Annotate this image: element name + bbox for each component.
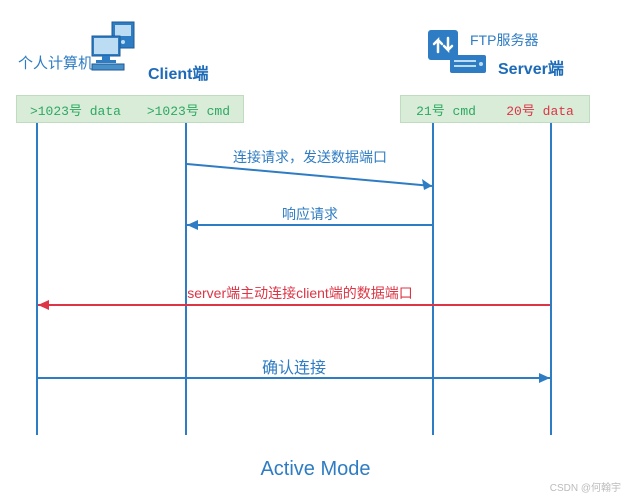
client-data-port: >1023号 data [30,100,121,119]
server-label-en: Server端 [498,55,564,79]
msg-confirm: 确认连接 [36,354,552,378]
client-ports-box: >1023号 data >1023号 cmd [16,95,244,123]
client-label-cn: 个人计算机 [18,52,93,73]
lifeline-server-data [550,123,552,435]
lifeline-client-data [36,123,38,435]
lifeline-server-cmd [432,123,434,435]
msg-server-connect: server端主动连接client端的数据端口 [130,283,470,303]
footer-title: Active Mode [0,458,631,481]
watermark: CSDN @何翰宇 [550,479,621,494]
server-label-ftp: FTP服务器 [470,30,538,50]
server-data-port: 20号 data [506,100,574,119]
server-icon [450,55,486,80]
client-cmd-port: >1023号 cmd [147,100,230,119]
computer-icon [90,20,138,68]
header: 个人计算机 Client端 FTP服务器 Server端 [0,10,631,85]
server-ports-box: 21号 cmd 20号 data [400,95,590,123]
server-cmd-port: 21号 cmd [416,100,476,119]
msg-response: 响应请求 [190,204,430,224]
client-label-en: Client端 [148,60,208,84]
lifeline-client-cmd [185,123,187,435]
msg-connect-request: 连接请求，发送数据端口 [190,147,430,167]
